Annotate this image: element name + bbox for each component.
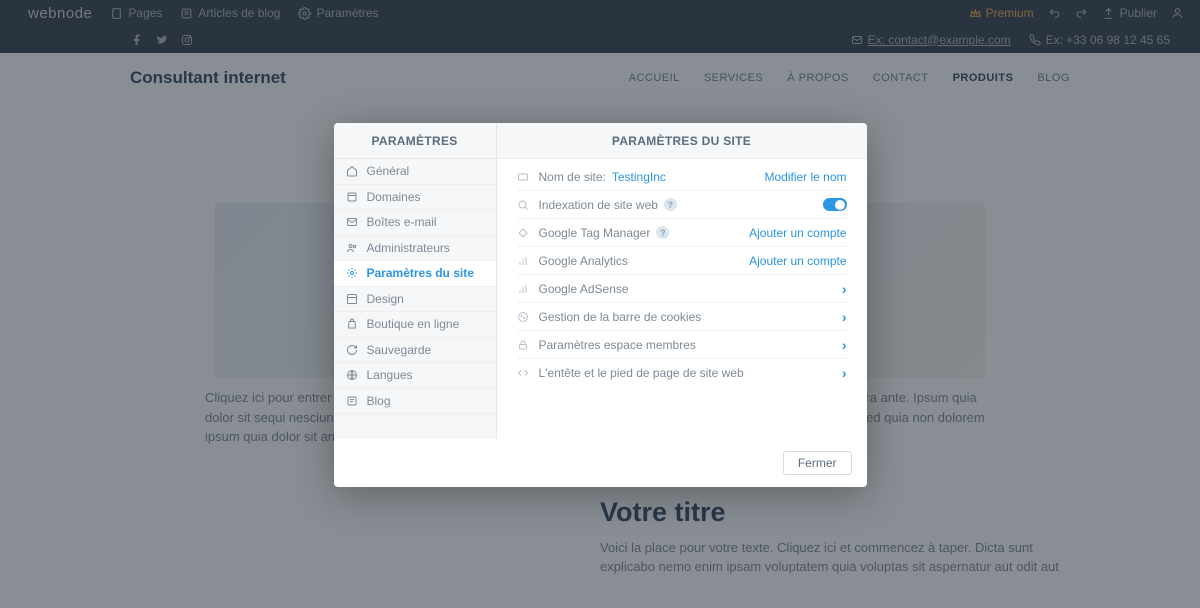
domain-icon: [346, 190, 359, 203]
sidebar-label: Langues: [367, 368, 413, 382]
lock-icon: [517, 338, 530, 351]
gtm-add-link[interactable]: Ajouter un compte: [749, 226, 846, 240]
chevron-right-icon: ›: [842, 337, 847, 353]
sidebar-item-design[interactable]: Design: [334, 287, 496, 313]
adsense-label: Google AdSense: [539, 282, 629, 296]
sidebar-label: Domaines: [367, 190, 421, 204]
sidebar-item-admins[interactable]: Administrateurs: [334, 236, 496, 262]
chart-icon: [517, 254, 530, 267]
design-icon: [346, 292, 359, 305]
blog-icon: [346, 394, 359, 407]
modal-overlay: PARAMÈTRES PARAMÈTRES DU SITE Général Do…: [0, 0, 1200, 608]
sidebar-item-backup[interactable]: Sauvegarde: [334, 338, 496, 364]
gtm-label: Google Tag Manager: [539, 226, 651, 240]
ga-add-link[interactable]: Ajouter un compte: [749, 254, 846, 268]
bag-icon: [346, 318, 359, 331]
sidebar-label: Design: [367, 292, 404, 306]
row-sitename: Nom de site: TestingInc Modifier le nom: [517, 159, 847, 191]
chevron-right-icon: ›: [842, 365, 847, 381]
tag-icon: [517, 226, 530, 239]
edit-name-link[interactable]: Modifier le nom: [764, 170, 846, 184]
cookies-label: Gestion de la barre de cookies: [539, 310, 702, 324]
help-icon[interactable]: ?: [656, 226, 669, 239]
modal-title-right: PARAMÈTRES DU SITE: [497, 123, 867, 158]
sidebar-item-languages[interactable]: Langues: [334, 363, 496, 389]
settings-sidebar: Général Domaines Boîtes e-mail Administr…: [334, 159, 497, 439]
sitename-value: TestingInc: [612, 170, 666, 184]
chevron-right-icon: ›: [842, 281, 847, 297]
chevron-right-icon: ›: [842, 309, 847, 325]
row-gtm: Google Tag Manager ? Ajouter un compte: [517, 219, 847, 247]
sidebar-item-blog[interactable]: Blog: [334, 389, 496, 415]
row-cookies[interactable]: Gestion de la barre de cookies ›: [517, 303, 847, 331]
indexation-label: Indexation de site web: [539, 198, 658, 212]
refresh-icon: [346, 343, 359, 356]
users-icon: [346, 241, 359, 254]
row-headerfooter[interactable]: L'entête et le pied de page de site web …: [517, 359, 847, 387]
close-button[interactable]: Fermer: [783, 451, 852, 475]
gear-icon: [346, 267, 359, 280]
indexation-toggle[interactable]: [823, 198, 847, 211]
cookie-icon: [517, 310, 530, 323]
globe-icon: [346, 369, 359, 382]
sidebar-label: Boutique en ligne: [367, 317, 460, 331]
row-members[interactable]: Paramètres espace membres ›: [517, 331, 847, 359]
ga-label: Google Analytics: [539, 254, 628, 268]
sidebar-item-shop[interactable]: Boutique en ligne: [334, 312, 496, 338]
sidebar-label: Paramètres du site: [367, 266, 474, 280]
sidebar-label: Blog: [367, 394, 391, 408]
sidebar-label: Boîtes e-mail: [367, 215, 437, 229]
search-icon: [517, 198, 530, 211]
mail-icon: [346, 216, 359, 229]
sidebar-item-general[interactable]: Général: [334, 159, 496, 185]
members-label: Paramètres espace membres: [539, 338, 696, 352]
row-adsense[interactable]: Google AdSense ›: [517, 275, 847, 303]
headerfooter-label: L'entête et le pied de page de site web: [539, 366, 744, 380]
sidebar-item-email[interactable]: Boîtes e-mail: [334, 210, 496, 236]
sidebar-label: Sauvegarde: [367, 343, 432, 357]
modal-title-left: PARAMÈTRES: [334, 123, 497, 158]
row-analytics: Google Analytics Ajouter un compte: [517, 247, 847, 275]
settings-modal: PARAMÈTRES PARAMÈTRES DU SITE Général Do…: [334, 123, 867, 487]
settings-panel: Nom de site: TestingInc Modifier le nom …: [497, 159, 867, 439]
row-indexation: Indexation de site web ?: [517, 191, 847, 219]
sidebar-label: Général: [367, 164, 410, 178]
sidebar-label: Administrateurs: [367, 241, 450, 255]
card-icon: [517, 170, 530, 183]
code-icon: [517, 367, 530, 380]
home-icon: [346, 165, 359, 178]
sidebar-item-domains[interactable]: Domaines: [334, 185, 496, 211]
sidebar-item-site-settings[interactable]: Paramètres du site: [334, 261, 496, 287]
help-icon[interactable]: ?: [664, 198, 677, 211]
sitename-label: Nom de site:: [539, 170, 606, 184]
chart-icon: [517, 282, 530, 295]
